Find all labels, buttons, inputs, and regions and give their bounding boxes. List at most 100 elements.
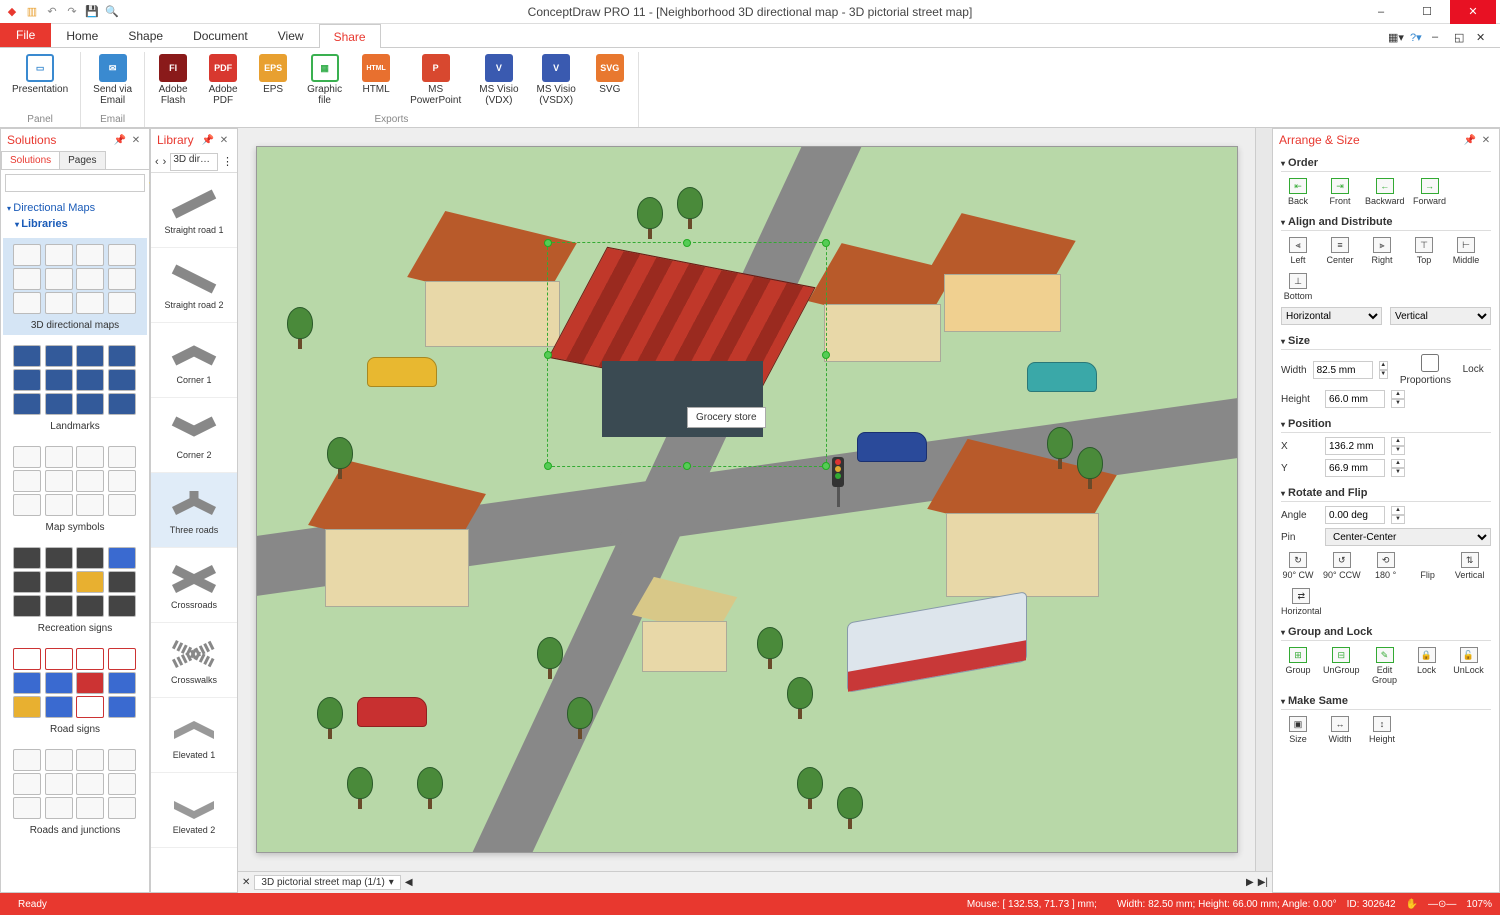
ribbon-options-icon[interactable]: ▦▾ (1388, 31, 1404, 47)
export-html-button[interactable]: HTMLHTML (356, 52, 396, 97)
lib-item-straight-road-1[interactable]: Straight road 1 (151, 173, 237, 248)
export-visio-vsdx-button[interactable]: VMS Visio (VSDX) (533, 52, 580, 108)
align-left-button[interactable]: ⫷Left (1281, 237, 1315, 265)
mdi-restore-icon[interactable]: ◱ (1454, 31, 1470, 47)
section-make-same[interactable]: Make Same (1281, 693, 1491, 710)
width-input[interactable] (1313, 361, 1373, 379)
order-front-button[interactable]: ⇥Front (1323, 178, 1357, 206)
close-panel-icon[interactable]: ✕ (217, 133, 231, 147)
lib-item-straight-road-2[interactable]: Straight road 2 (151, 248, 237, 323)
document-tab[interactable]: 3D pictorial street map (1/1)▾ (254, 875, 400, 890)
tab-share[interactable]: Share (319, 24, 381, 48)
close-panel-icon[interactable]: ✕ (1479, 133, 1493, 147)
category-road-signs[interactable]: Road signs (3, 642, 147, 739)
mdi-min-icon[interactable]: – (1432, 31, 1448, 47)
order-forward-button[interactable]: →Forward (1413, 178, 1447, 206)
section-rotate[interactable]: Rotate and Flip (1281, 485, 1491, 502)
x-input[interactable] (1325, 437, 1385, 455)
section-group[interactable]: Group and Lock (1281, 624, 1491, 641)
align-top-button[interactable]: ⊤Top (1407, 237, 1441, 265)
category-map-symbols[interactable]: Map symbols (3, 440, 147, 537)
bus-shape[interactable] (847, 591, 1027, 693)
mdi-close-icon[interactable]: ✕ (1476, 31, 1492, 47)
flip-horizontal-button[interactable]: ⇄Horizontal (1281, 588, 1322, 616)
lib-item-three-roads[interactable]: Three roads (151, 473, 237, 548)
export-svg-button[interactable]: SVGSVG (590, 52, 630, 97)
same-width-button[interactable]: ↔Width (1323, 716, 1357, 744)
rotate-90ccw-button[interactable]: ↺90° CCW (1323, 552, 1361, 580)
close-panel-icon[interactable]: ✕ (129, 133, 143, 147)
pages-tab[interactable]: Pages (59, 151, 105, 169)
section-size[interactable]: Size (1281, 333, 1491, 350)
height-input[interactable] (1325, 390, 1385, 408)
qat-save-icon[interactable]: 💾 (84, 4, 100, 20)
library-dropdown[interactable]: 3D dire… (170, 153, 218, 171)
same-height-button[interactable]: ↕Height (1365, 716, 1399, 744)
hand-tool-icon[interactable]: ✋ (1406, 899, 1418, 910)
lib-prev-icon[interactable]: ‹ (155, 156, 159, 168)
y-input[interactable] (1325, 459, 1385, 477)
pin-icon[interactable]: 📌 (113, 133, 127, 147)
export-adobe-flash-button[interactable]: FlAdobe Flash (153, 52, 193, 108)
qat-redo-icon[interactable]: ↷ (64, 4, 80, 20)
rotate-90cw-button[interactable]: ↻90° CW (1281, 552, 1315, 580)
car-teal[interactable] (1027, 362, 1097, 392)
section-order[interactable]: Order (1281, 155, 1491, 172)
grocery-label[interactable]: Grocery store (687, 407, 766, 428)
unlock-button[interactable]: 🔓UnLock (1452, 647, 1486, 675)
maximize-button[interactable]: ☐ (1404, 0, 1450, 24)
solutions-search-input[interactable] (5, 174, 145, 192)
tab-shape[interactable]: Shape (113, 23, 178, 47)
order-backward-button[interactable]: ←Backward (1365, 178, 1405, 206)
edit-group-button[interactable]: ✎Edit Group (1368, 647, 1402, 685)
export-graphic-button[interactable]: ▦Graphic file (303, 52, 346, 108)
presentation-button[interactable]: ▭ Presentation (8, 52, 72, 97)
solutions-tab[interactable]: Solutions (1, 151, 60, 169)
angle-input[interactable] (1325, 506, 1385, 524)
send-email-button[interactable]: ✉ Send via Email (89, 52, 136, 108)
lock-button[interactable]: 🔒Lock (1410, 647, 1444, 675)
qat-undo-icon[interactable]: ↶ (44, 4, 60, 20)
export-eps-button[interactable]: EPSEPS (253, 52, 293, 97)
close-button[interactable]: ✕ (1450, 0, 1496, 24)
qat-search-icon[interactable]: 🔍 (104, 4, 120, 20)
same-size-button[interactable]: ▣Size (1281, 716, 1315, 744)
lib-menu-icon[interactable]: ⋮ (222, 155, 233, 168)
distribute-vertical-select[interactable]: Vertical (1390, 307, 1491, 325)
tab-scroll-end-icon[interactable]: ▶| (1258, 877, 1268, 888)
lib-item-crosswalks[interactable]: Crosswalks (151, 623, 237, 698)
drawing-canvas[interactable]: Grocery store (256, 146, 1238, 853)
ungroup-button[interactable]: ⊟UnGroup (1323, 647, 1360, 675)
lib-item-elevated-2[interactable]: Elevated 2 (151, 773, 237, 848)
align-center-button[interactable]: ≡Center (1323, 237, 1357, 265)
flip-vertical-button[interactable]: ⇅Vertical (1453, 552, 1487, 580)
lock-proportions-checkbox[interactable] (1400, 354, 1460, 372)
doc-tab-close-icon[interactable]: ✕ (242, 877, 250, 888)
lib-item-corner-1[interactable]: Corner 1 (151, 323, 237, 398)
lib-item-crossroads[interactable]: Crossroads (151, 548, 237, 623)
tab-scroll-left-icon[interactable]: ◀ (405, 877, 413, 888)
pin-select[interactable]: Center-Center (1325, 528, 1491, 546)
align-middle-button[interactable]: ⊢Middle (1449, 237, 1483, 265)
export-visio-vdx-button[interactable]: VMS Visio (VDX) (475, 52, 522, 108)
lib-next-icon[interactable]: › (163, 156, 167, 168)
qat-new-icon[interactable]: ▥ (24, 4, 40, 20)
help-icon[interactable]: ?▾ (1410, 31, 1426, 47)
tree-directional-maps[interactable]: Directional Maps (7, 200, 143, 216)
category-recreation-signs[interactable]: Recreation signs (3, 541, 147, 638)
section-align[interactable]: Align and Distribute (1281, 214, 1491, 231)
align-right-button[interactable]: ⫸Right (1365, 237, 1399, 265)
pin-icon[interactable]: 📌 (201, 133, 215, 147)
traffic-light-shape[interactable] (832, 457, 844, 507)
section-position[interactable]: Position (1281, 416, 1491, 433)
zoom-slider-icon[interactable]: —⊙— (1428, 899, 1456, 910)
lib-item-corner-2[interactable]: Corner 2 (151, 398, 237, 473)
file-tab[interactable]: File (0, 23, 51, 47)
group-button[interactable]: ⊞Group (1281, 647, 1315, 675)
qat-app-icon[interactable]: ◆ (4, 4, 20, 20)
tab-view[interactable]: View (263, 23, 319, 47)
order-back-button[interactable]: ⇤Back (1281, 178, 1315, 206)
export-adobe-pdf-button[interactable]: PDFAdobe PDF (203, 52, 243, 108)
spin-up-icon[interactable]: ▲ (1379, 361, 1388, 370)
lib-item-elevated-1[interactable]: Elevated 1 (151, 698, 237, 773)
